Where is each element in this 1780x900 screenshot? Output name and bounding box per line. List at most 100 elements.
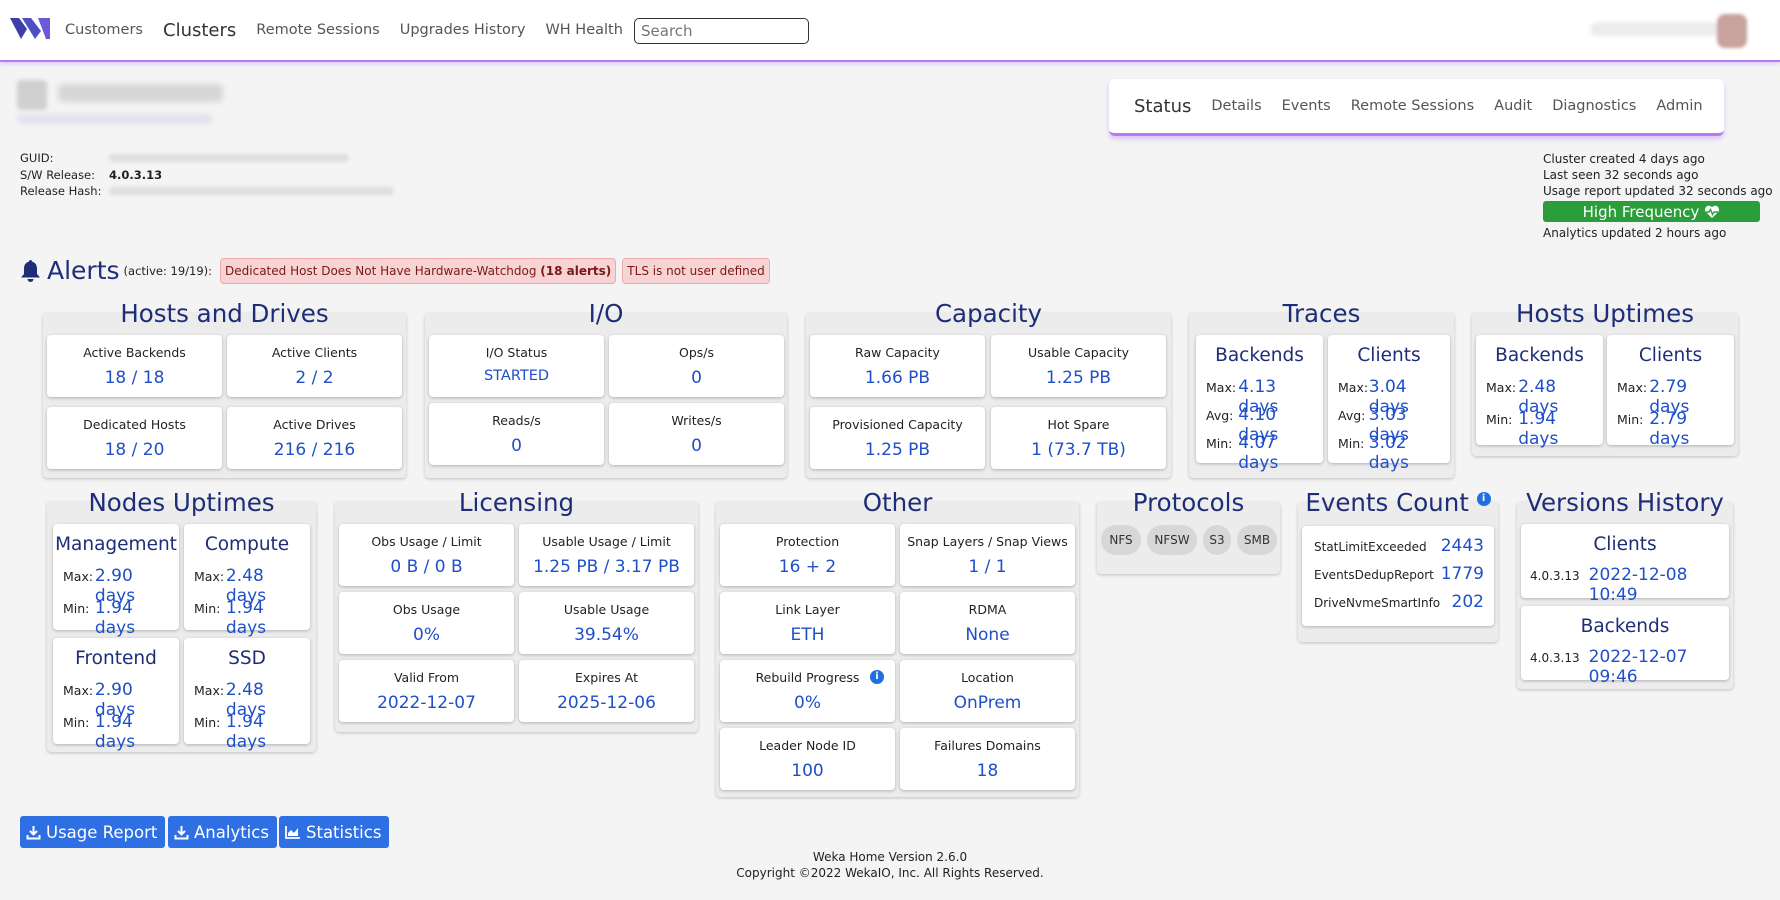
card-label: Rebuild Progress xyxy=(755,670,860,685)
card-label: Link Layer xyxy=(775,602,840,617)
tab-remote-sessions[interactable]: Remote Sessions xyxy=(1351,98,1474,114)
obs-usage-limit-card: Obs Usage / Limit 0 B / 0 B xyxy=(339,524,514,586)
card-value: OnPrem xyxy=(953,693,1022,713)
card-value: 18 / 20 xyxy=(104,440,165,460)
stat-value: 2.79 days xyxy=(1649,409,1690,449)
section-title: Licensing xyxy=(458,488,575,517)
card-title: Backends xyxy=(1580,616,1670,637)
traces-backends-card: Backends Max: 4.13 days Avg: 4.10 days Min… xyxy=(1196,335,1323,473)
nav-wh-health[interactable]: WH Health xyxy=(545,22,622,38)
stat-value: 1.94 days xyxy=(1518,409,1559,449)
event-row[interactable]: StatLimitExceeded 2443 xyxy=(1314,536,1484,556)
sw-release-label: S/W Release: xyxy=(20,167,96,182)
event-row[interactable]: DriveNvmeSmartInfo 202 xyxy=(1314,592,1484,612)
heart-pulse-icon xyxy=(1705,205,1720,218)
search-input[interactable] xyxy=(634,18,809,44)
nav-remote-sessions[interactable]: Remote Sessions xyxy=(256,22,379,38)
tab-details[interactable]: Details xyxy=(1211,98,1261,114)
stat-key: Min: xyxy=(1338,436,1365,451)
ops-card: Ops/s 0 xyxy=(609,335,784,397)
card-value: 1.66 PB xyxy=(864,368,931,388)
info-icon[interactable]: i xyxy=(870,670,884,684)
button-label: Usage Report xyxy=(46,822,158,842)
download-icon xyxy=(26,825,41,839)
guid-label: GUID: xyxy=(20,151,54,165)
tab-audit[interactable]: Audit xyxy=(1494,98,1532,114)
traces-clients-card: Clients Max: 3.04 days Avg: 3.03 days Min:… xyxy=(1328,335,1450,473)
card-value: 1.25 PB / 3.17 PB xyxy=(533,557,680,577)
nav-upgrades-history[interactable]: Upgrades History xyxy=(400,22,526,38)
event-name: StatLimitExceeded xyxy=(1314,540,1427,554)
card-label: I/O Status xyxy=(485,345,548,360)
version-row: 4.0.3.13 2022-12-08 10:49 xyxy=(1530,565,1721,605)
footer-version: Weka Home Version 2.6.0 xyxy=(812,850,968,864)
event-row[interactable]: EventsDedupReport 1779 xyxy=(1314,564,1484,584)
alert-badge-tls[interactable]: TLS is not user defined xyxy=(622,257,770,284)
cluster-name xyxy=(58,84,223,102)
button-label: Statistics xyxy=(306,822,382,842)
user-name[interactable] xyxy=(1590,22,1720,36)
card-title: Clients xyxy=(1638,345,1703,366)
tab-events[interactable]: Events xyxy=(1282,98,1331,114)
tab-admin[interactable]: Admin xyxy=(1656,98,1702,114)
stat-key: Min: xyxy=(1206,436,1233,451)
failure-domains-card: Failures Domains 18 xyxy=(900,728,1075,790)
analytics-button[interactable]: Analytics xyxy=(168,816,277,848)
usable-usage-limit-card: Usable Usage / Limit 1.25 PB / 3.17 PB xyxy=(519,524,694,586)
stat-key: Max: xyxy=(1206,380,1237,395)
hosts-uptimes-section: Hosts Uptimes Backends Max: 2.48 days Min… xyxy=(1472,299,1738,456)
stat-key: Min: xyxy=(1617,412,1644,427)
stat-value: 1.94 days xyxy=(94,712,136,752)
usable-usage-card: Usable Usage 39.54% xyxy=(519,592,694,654)
area-chart-icon xyxy=(285,826,300,839)
card-value: 1.25 PB xyxy=(1045,368,1112,388)
section-title: Hosts Uptimes xyxy=(1516,299,1694,328)
protocol-list: NFS NFSW S3 SMB xyxy=(1101,525,1279,557)
button-label: Analytics xyxy=(194,822,269,842)
card-label: Active Drives xyxy=(273,417,356,432)
writes-card: Writes/s 0 xyxy=(609,403,784,465)
traces-section: Traces Backends Max: 4.13 days Avg: 4.10 d… xyxy=(1189,299,1454,478)
tab-diagnostics[interactable]: Diagnostics xyxy=(1552,98,1636,114)
stat-key: Avg: xyxy=(1338,408,1366,423)
stat-key: Max: xyxy=(194,569,225,584)
stat-key: Max: xyxy=(1486,380,1517,395)
alert-badge-text: TLS is not user defined xyxy=(627,263,765,278)
stat-key: Avg: xyxy=(1206,408,1234,423)
release-hash-label: Release Hash: xyxy=(20,184,102,198)
protocol-s3: S3 xyxy=(1203,525,1231,555)
nodes-frontend-card: Frontend Max: 2.90 days Min: 1.94 days xyxy=(53,638,179,752)
rebuild-progress-card: Rebuild Progress i 0% xyxy=(720,660,895,722)
tab-status[interactable]: Status xyxy=(1134,96,1191,117)
card-value: 1 / 1 xyxy=(968,557,1007,577)
version-row: 4.0.3.13 2022-12-07 09:46 xyxy=(1530,647,1721,687)
licensing-section: Licensing Obs Usage / Limit 0 B / 0 B Us… xyxy=(335,488,698,732)
last-seen-text: Last seen 32 seconds ago xyxy=(1543,168,1699,182)
event-count: 1779 xyxy=(1440,564,1484,584)
versions-clients-card: Clients 4.0.3.13 2022-12-08 10:49 xyxy=(1521,524,1729,605)
active-clients-card: Active Clients 2 / 2 xyxy=(227,335,402,397)
alert-badge-watchdog[interactable]: Dedicated Host Does Not Have Hardware-Wa… xyxy=(220,257,617,284)
nav-customers[interactable]: Customers xyxy=(65,22,143,38)
card-label: Location xyxy=(961,670,1014,685)
stat-value: 1.94 days xyxy=(225,712,267,752)
info-icon[interactable]: i xyxy=(1476,492,1491,506)
nodes-management-card: Management Max: 2.90 days Min: 1.94 days xyxy=(53,524,179,638)
card-value: ETH xyxy=(790,625,825,645)
usage-report-button[interactable]: Usage Report xyxy=(20,816,166,848)
hot-spare-card: Hot Spare 1 (73.7 TB) xyxy=(991,407,1166,469)
avatar[interactable] xyxy=(1717,14,1747,48)
high-frequency-button[interactable]: High Frequency xyxy=(1543,201,1760,222)
card-label: Protection xyxy=(775,534,840,549)
hosts-uptimes-clients-card: Clients Max: 2.79 days Min: 2.79 days xyxy=(1607,335,1734,449)
stat-key: Min: xyxy=(194,715,221,730)
event-count: 202 xyxy=(1451,592,1484,612)
nav-clusters[interactable]: Clusters xyxy=(163,20,236,41)
stat-key: Max: xyxy=(63,569,94,584)
statistics-button[interactable]: Statistics xyxy=(279,816,390,848)
events-count-section: Events Count i StatLimitExceeded 2443 Eve… xyxy=(1298,488,1498,642)
cluster-customer-link[interactable] xyxy=(17,114,212,124)
weka-logo[interactable] xyxy=(10,16,52,42)
stat-key: Max: xyxy=(63,683,94,698)
card-label: Usable Capacity xyxy=(1027,345,1130,360)
